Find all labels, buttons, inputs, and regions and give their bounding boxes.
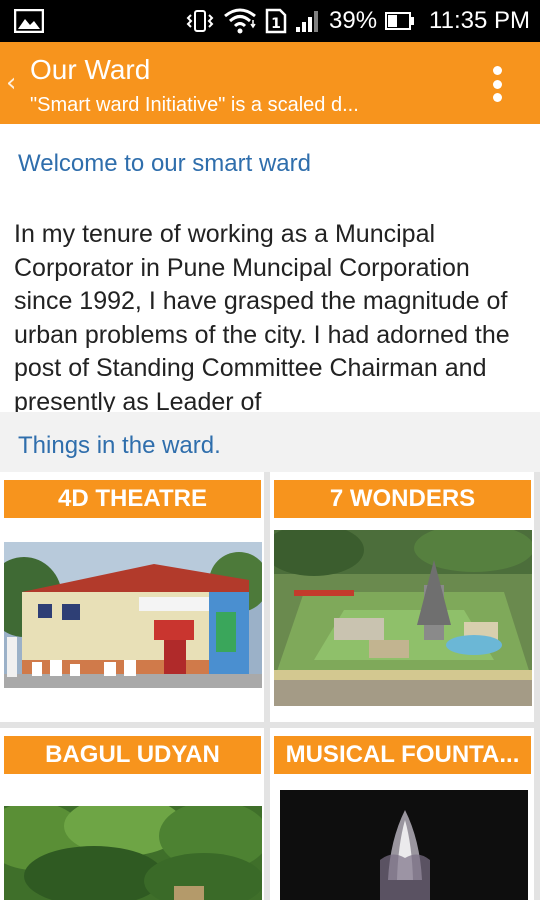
card-musical-fountain[interactable]: MUSICAL FOUNTA... xyxy=(270,728,534,900)
intro-scroll[interactable]: In my tenure of working as a Muncipal Co… xyxy=(14,218,524,414)
card-label: 4D THEATRE xyxy=(4,480,261,518)
signal-icon xyxy=(296,11,318,32)
wifi-icon xyxy=(224,8,256,34)
card-label: MUSICAL FOUNTA... xyxy=(274,736,531,774)
sim-icon: 1 xyxy=(265,8,287,34)
svg-text:1: 1 xyxy=(271,16,281,32)
things-header: Things in the ward. xyxy=(0,412,540,472)
card-4d-theatre[interactable]: 4D THEATRE xyxy=(0,472,264,722)
page-subtitle: "Smart ward Initiative" is a scaled d... xyxy=(30,94,359,116)
page-title: Our Ward xyxy=(30,54,151,85)
card-7-wonders[interactable]: 7 WONDERS xyxy=(270,472,534,722)
status-icons: 1 39% 11:35 PM xyxy=(185,0,530,42)
image-icon xyxy=(14,9,44,33)
main-content[interactable]: Welcome to our smart ward In my tenure o… xyxy=(0,124,540,900)
battery-percent: 39% xyxy=(329,7,378,34)
card-label: 7 WONDERS xyxy=(274,480,531,518)
chevron-left-icon[interactable]: ‹ xyxy=(6,68,16,98)
card-label: BAGUL UDYAN xyxy=(4,736,261,774)
battery-icon xyxy=(385,12,415,30)
action-bar: ‹ Our Ward "Smart ward Initiative" is a … xyxy=(0,42,540,124)
fountain-photo xyxy=(280,790,528,900)
wonders-photo xyxy=(274,530,532,706)
things-grid: 4D THEATRE 7 WONDERS BAGUL UDYAN MUSICAL… xyxy=(0,472,540,900)
garden-photo xyxy=(4,806,262,900)
clock: 11:35 PM xyxy=(429,7,530,34)
status-bar: 1 39% 11:35 PM xyxy=(0,0,540,42)
welcome-link[interactable]: Welcome to our smart ward xyxy=(18,150,311,178)
vibrate-icon xyxy=(186,10,214,32)
card-bagul-udyan[interactable]: BAGUL UDYAN xyxy=(0,728,264,900)
theatre-photo xyxy=(4,542,262,688)
things-heading[interactable]: Things in the ward. xyxy=(18,432,221,460)
intro-text: In my tenure of working as a Muncipal Co… xyxy=(14,220,510,414)
overflow-menu-icon[interactable] xyxy=(490,66,504,102)
